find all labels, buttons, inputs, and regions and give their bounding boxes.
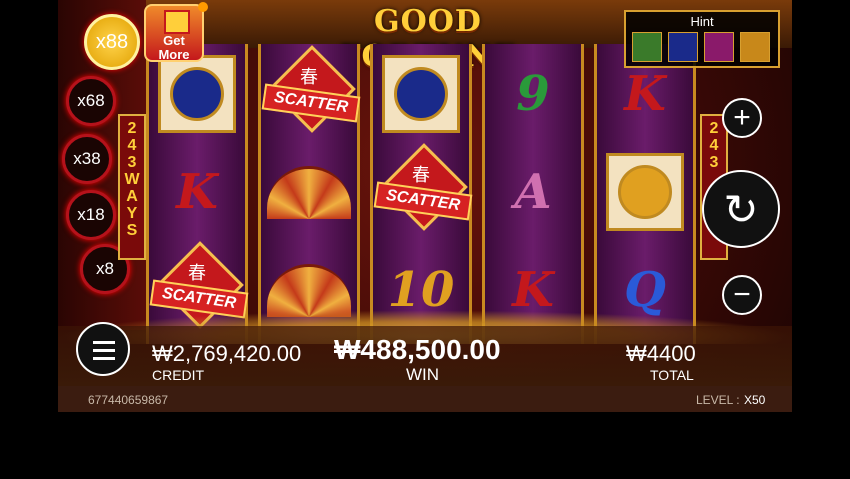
notification-dot [198, 2, 208, 12]
symbol-K: K [176, 164, 218, 220]
footer [58, 386, 792, 412]
ways-banner-left: 243WAYS [118, 114, 146, 260]
symbol-cell: 9 [485, 48, 581, 140]
reel-2: 春 SCATTER [258, 44, 361, 344]
credit-value: ₩2,769,420.00 [152, 341, 302, 366]
symbol-cell: 春 SCATTER [261, 45, 361, 140]
scatter-char: 春 [412, 165, 430, 186]
symbol-cell [597, 146, 693, 238]
ways-char: 3 [127, 154, 137, 171]
scatter-icon [704, 32, 734, 62]
level-value: X50 [744, 393, 766, 407]
ways-char: 4 [127, 137, 137, 154]
symbol-A: A [514, 164, 552, 220]
symbol-cell [261, 146, 357, 238]
bet-decrease-button[interactable]: − [722, 275, 762, 315]
symbol-cell: 春 SCATTER [373, 143, 473, 238]
gold-coin-icon [606, 153, 684, 231]
ways-char: W [124, 171, 140, 188]
ways-char: A [126, 188, 138, 205]
reel-1: K 春 SCATTER [146, 44, 249, 344]
hint-panel[interactable]: Hint [624, 10, 780, 68]
multiplier-x88: x88 [84, 14, 140, 70]
reels: K 春 SCATTER 春 SCATTER 春 SCATTER 10 9 A K K Q [146, 44, 706, 344]
ways-char: Y [126, 205, 138, 222]
fan-icon [267, 165, 351, 219]
credit-label: CREDIT [152, 367, 205, 383]
total-value: ₩4400 [626, 341, 696, 366]
scatter-char: 春 [300, 67, 318, 88]
reel-4: 9AK [482, 44, 584, 344]
win-label: WIN [406, 365, 440, 384]
multiplier-x38: x38 [62, 134, 112, 184]
multiplier-x18: x18 [66, 190, 116, 240]
koi-fish-icon [382, 55, 460, 133]
get-more-button[interactable]: Get More [144, 4, 204, 62]
koi-fish-icon [158, 55, 236, 133]
hint-label: Hint [690, 14, 714, 29]
win-value: ₩488,500.00 [334, 334, 501, 365]
game-screen: GOOD FORTUNE x88x68x38x18x8 243WAYS 243 … [58, 0, 792, 412]
reel-5: KQ [594, 44, 696, 344]
minus-icon: − [733, 278, 751, 311]
menu-button[interactable] [76, 322, 130, 376]
scatter-symbol: 春 SCATTER [261, 45, 361, 134]
plus-icon: + [733, 101, 751, 134]
refresh-icon: ↻ [723, 185, 759, 233]
ways-char: S [126, 222, 138, 239]
gold-ingot-icon [632, 32, 662, 62]
round-id: 677440659867 [88, 393, 169, 407]
symbol-cell [373, 48, 469, 140]
symbol-K: K [624, 66, 666, 122]
total-label: TOTAL [650, 367, 694, 383]
level-label: LEVEL : [696, 393, 740, 407]
ways-char: 2 [127, 120, 137, 137]
koi-fish-icon [668, 32, 698, 62]
symbol-9: 9 [516, 66, 550, 122]
scatter-symbol: 春 SCATTER [373, 143, 473, 232]
menu-icon [93, 341, 115, 344]
multiplier-x68: x68 [66, 76, 116, 126]
scatter-char: 春 [188, 263, 206, 284]
spin-button[interactable]: ↻ [702, 170, 780, 248]
get-more-label: Get More [158, 33, 190, 62]
fan-icon [267, 263, 351, 317]
reel-3: 春 SCATTER 10 [370, 44, 473, 344]
gold-coin-icon [740, 32, 770, 62]
symbol-cell: K [149, 146, 245, 238]
game-title: GOOD FORTUNE [339, 4, 516, 74]
bet-increase-button[interactable]: + [722, 98, 762, 138]
symbol-cell: A [485, 146, 581, 238]
gift-icon [164, 10, 190, 34]
